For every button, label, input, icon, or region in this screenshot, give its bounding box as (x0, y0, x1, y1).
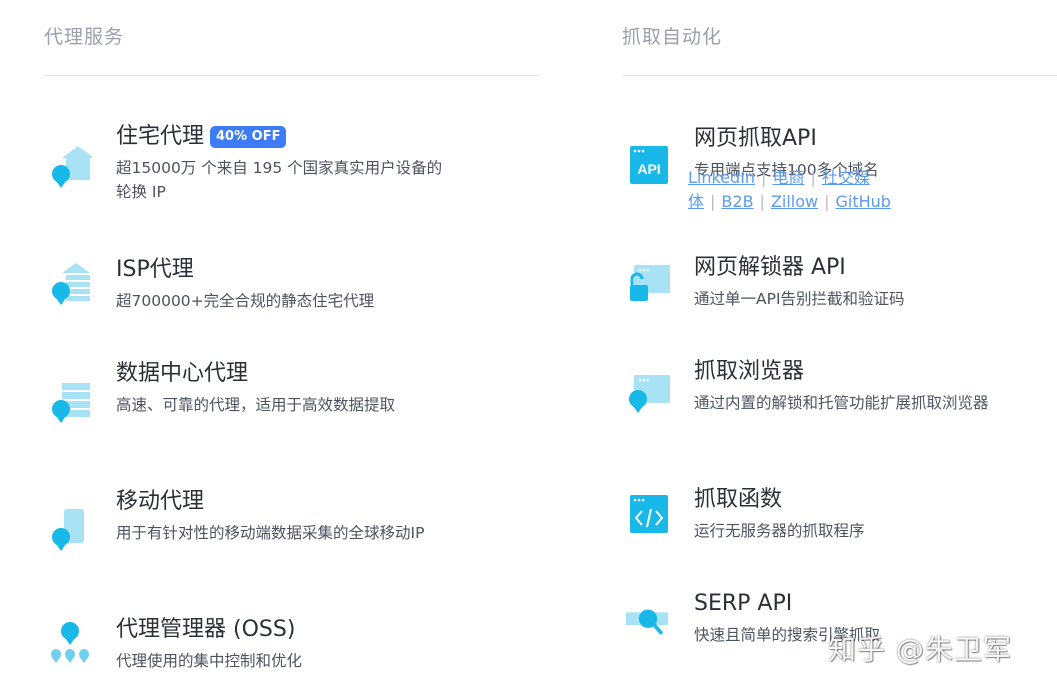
item-title: ISP代理 (116, 257, 194, 282)
item-description: 代理使用的集中控制和优化 (116, 652, 303, 670)
proxy-manager-icon (51, 622, 89, 663)
isp-proxy-icon (52, 263, 90, 305)
item-title: 网页解锁器 API (694, 255, 846, 280)
link-zillow[interactable]: Zillow (771, 192, 818, 211)
item-title: 抓取浏览器 (694, 359, 805, 384)
scraping-browser-icon (629, 375, 670, 413)
item-title: 移动代理 (116, 489, 205, 514)
item-description: 用于有针对性的移动端数据采集的全球移动IP (116, 524, 425, 542)
link-separator: | (810, 168, 816, 187)
item-title: 住宅代理 (116, 124, 205, 149)
api-icon: API (630, 146, 668, 184)
mobile-proxy-icon (52, 509, 84, 551)
serp-search-icon (626, 609, 669, 635)
item-title: 数据中心代理 (116, 361, 249, 386)
item-title: SERP API (694, 591, 793, 616)
link-b2b[interactable]: B2B (721, 192, 753, 211)
svg-text:API: API (637, 161, 660, 177)
link-separator: | (824, 192, 830, 211)
unlocker-icon (630, 265, 670, 301)
link-linkedin[interactable]: LinkedIn (688, 168, 755, 187)
section-divider (622, 75, 1057, 76)
link-separator: | (761, 168, 767, 187)
item-title: 代理管理器 (OSS) (116, 617, 296, 642)
item-description: 超15000万 个来自 195 个国家真实用户设备的轮换 IP (116, 159, 443, 201)
link-ecommerce[interactable]: 电商 (772, 168, 804, 187)
item-description: 通过单一API告别拦截和验证码 (694, 290, 905, 308)
domain-links: LinkedIn | 电商 | 社交媒体 | B2B | Zillow | GitHub (688, 166, 1028, 214)
section-title-proxy: 代理服务 (44, 26, 125, 48)
item-title: 网页抓取API (694, 126, 817, 151)
watermark: 知乎 @朱卫军 (828, 633, 1012, 666)
item-description: 通过内置的解锁和托管功能扩展抓取浏览器 (694, 394, 989, 412)
residential-proxy-icon (52, 146, 92, 188)
discount-badge: 40% OFF (210, 126, 287, 148)
item-description: 超700000+完全合规的静态住宅代理 (116, 292, 375, 310)
item-description: 运行无服务器的抓取程序 (694, 522, 865, 540)
datacenter-proxy-icon (52, 383, 90, 423)
section-title-scraping: 抓取自动化 (622, 26, 723, 48)
link-separator: | (710, 192, 716, 211)
code-function-icon (630, 495, 668, 533)
section-divider (44, 75, 539, 76)
link-separator: | (759, 192, 765, 211)
link-github[interactable]: GitHub (836, 192, 891, 211)
item-description: 高速、可靠的代理，适用于高效数据提取 (116, 396, 396, 414)
item-title: 抓取函数 (694, 487, 783, 512)
